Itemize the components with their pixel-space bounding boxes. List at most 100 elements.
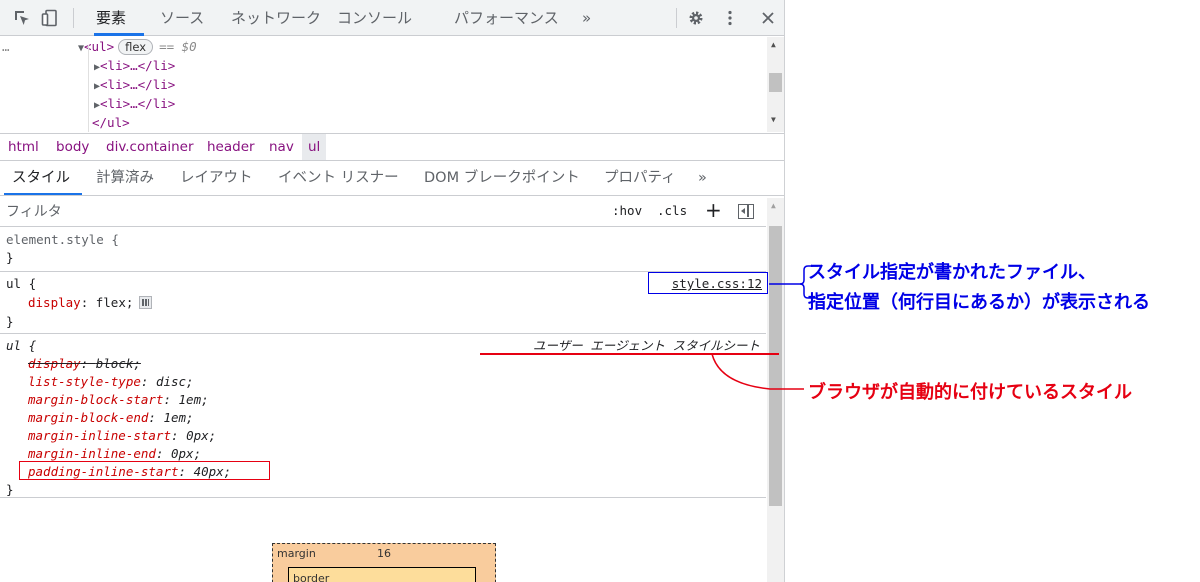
tab-sources[interactable]: ソース [160, 0, 204, 36]
settings-icon[interactable] [686, 8, 706, 28]
crumb-div-container[interactable]: div.container [106, 134, 194, 160]
box-model-border: border [288, 567, 476, 582]
more-tabs-button[interactable]: » [582, 0, 591, 36]
colon: : [163, 392, 179, 407]
tab-console[interactable]: コンソール [337, 0, 412, 36]
colon: : [148, 410, 164, 425]
indent-guide [88, 45, 89, 132]
active-subtab-indicator [4, 193, 82, 195]
scroll-down-icon[interactable]: ▼ [771, 115, 776, 124]
padding-highlight-box [19, 461, 270, 480]
property-value: 1em; [178, 392, 209, 407]
kebab-menu-icon[interactable] [720, 8, 740, 28]
property-name: margin-block-start [28, 392, 164, 407]
margin-label: margin [277, 547, 316, 560]
style-declaration[interactable]: margin-block-end: 1em; [28, 409, 194, 427]
dom-scrollbar[interactable]: ▲ ▼ [767, 37, 784, 132]
rule-close-brace: } [6, 250, 14, 265]
toolbar-separator [73, 8, 74, 28]
source-highlight-box [648, 272, 768, 294]
dom-node-li[interactable]: ▶<li>…</li> [94, 56, 175, 75]
crumb-body[interactable]: body [56, 134, 89, 160]
rule-selector[interactable]: ul { [6, 275, 36, 293]
tab-network[interactable]: ネットワーク [231, 0, 321, 36]
inspect-icon[interactable] [12, 8, 32, 28]
red-annotation-text: ブラウザが自動的に付けているスタイル [808, 382, 1132, 403]
property-value: 0px; [171, 446, 202, 461]
property-name: list-style-type [28, 374, 141, 389]
subtab-computed[interactable]: 計算済み [96, 162, 154, 195]
colon: : [155, 446, 171, 461]
main-toolbar: 要素 ソース ネットワーク コンソール パフォーマンス » [0, 0, 784, 36]
cls-button[interactable]: .cls [657, 203, 687, 218]
blue-annotation-line2: 指定位置（何行目にあるか）が表示される [808, 292, 1150, 313]
li-tag: <li>…</li> [100, 77, 176, 92]
scroll-up-icon[interactable]: ▲ [771, 201, 776, 210]
dom-node-ul-close[interactable]: </ul> [92, 113, 130, 132]
crumb-ul[interactable]: ul [302, 134, 327, 160]
margin-value[interactable]: 16 [377, 547, 391, 560]
li-tag: <li>…</li> [100, 58, 176, 73]
hov-button[interactable]: :hov [612, 203, 642, 218]
property-name: display [28, 356, 81, 371]
border-label: border [293, 572, 330, 582]
colon: : [140, 374, 156, 389]
element-style-rule[interactable]: element.style { } [0, 228, 766, 272]
dom-node-ul[interactable]: ▼<ul> flex == $0 [78, 37, 197, 56]
overridden-declaration[interactable]: display: block; [28, 355, 141, 373]
property-value[interactable]: flex; [96, 295, 134, 310]
subtab-dom-breakpoints[interactable]: DOM ブレークポイント [424, 162, 580, 195]
device-toggle-icon[interactable] [40, 8, 60, 28]
colon: : [171, 428, 187, 443]
rule-close-brace: } [6, 314, 14, 329]
property-value: block; [95, 356, 141, 371]
property-name[interactable]: display [28, 295, 81, 310]
filter-input[interactable] [6, 201, 566, 223]
li-tag: <li>…</li> [100, 96, 176, 111]
style-declaration[interactable]: list-style-type: disc; [28, 373, 194, 391]
dom-scrollbar-thumb[interactable] [769, 73, 782, 92]
element-style-selector[interactable]: element.style { [6, 231, 119, 249]
blue-annotation-line1: スタイル指定が書かれたファイル、 [808, 262, 1096, 283]
filter-bar: :hov .cls + [0, 197, 766, 227]
box-model-diagram: margin 16 border [272, 543, 496, 582]
toolbar-separator [676, 8, 677, 28]
red-annotation-connector [711, 353, 804, 390]
close-icon[interactable] [758, 8, 778, 28]
active-tab-indicator [94, 33, 144, 36]
flex-badge[interactable]: flex [118, 39, 154, 55]
property-value: 1em; [163, 410, 194, 425]
dom-node-li[interactable]: ▶<li>…</li> [94, 94, 175, 113]
toggle-sidebar-icon[interactable] [738, 204, 754, 219]
subtab-event-listeners[interactable]: イベント リスナー [278, 162, 399, 195]
subtab-styles[interactable]: スタイル [12, 162, 70, 195]
property-name: margin-inline-start [28, 428, 171, 443]
subtab-layout[interactable]: レイアウト [180, 162, 253, 195]
ul-close-tag: </ul> [92, 115, 130, 130]
styles-subtabs: スタイル 計算済み レイアウト イベント リスナー DOM ブレークポイント プ… [0, 162, 784, 196]
dom-ellipsis[interactable]: … [2, 37, 10, 56]
crumb-nav[interactable]: nav [269, 134, 294, 160]
breadcrumb: html body div.container header nav ul [0, 133, 784, 161]
style-declaration[interactable]: margin-inline-start: 0px; [28, 427, 216, 445]
dom-tree: … ▼<ul> flex == $0 ▶<li>…</li> ▶<li>…</li>… [0, 37, 784, 132]
crumb-html[interactable]: html [8, 134, 39, 160]
scroll-up-icon[interactable]: ▲ [771, 40, 776, 49]
flexbox-editor-icon[interactable] [139, 296, 153, 309]
style-declaration[interactable]: display: flex; [28, 294, 153, 312]
property-value: disc; [155, 374, 194, 389]
new-style-rule-icon[interactable]: + [705, 198, 722, 222]
crumb-header[interactable]: header [207, 134, 255, 160]
property-name: margin-inline-end [28, 446, 156, 461]
style-declaration[interactable]: margin-block-start: 1em; [28, 391, 209, 409]
dom-node-li[interactable]: ▶<li>…</li> [94, 75, 175, 94]
subtab-properties[interactable]: プロパティ [604, 162, 676, 195]
rule-close-brace: } [6, 482, 14, 497]
colon: : [80, 356, 96, 371]
tab-elements[interactable]: 要素 [96, 0, 126, 36]
tab-performance[interactable]: パフォーマンス [454, 0, 559, 36]
more-subtabs-button[interactable]: » [698, 162, 707, 195]
property-name: margin-block-end [28, 410, 149, 425]
colon: : [80, 295, 96, 310]
rule-selector: ul { [6, 338, 37, 353]
